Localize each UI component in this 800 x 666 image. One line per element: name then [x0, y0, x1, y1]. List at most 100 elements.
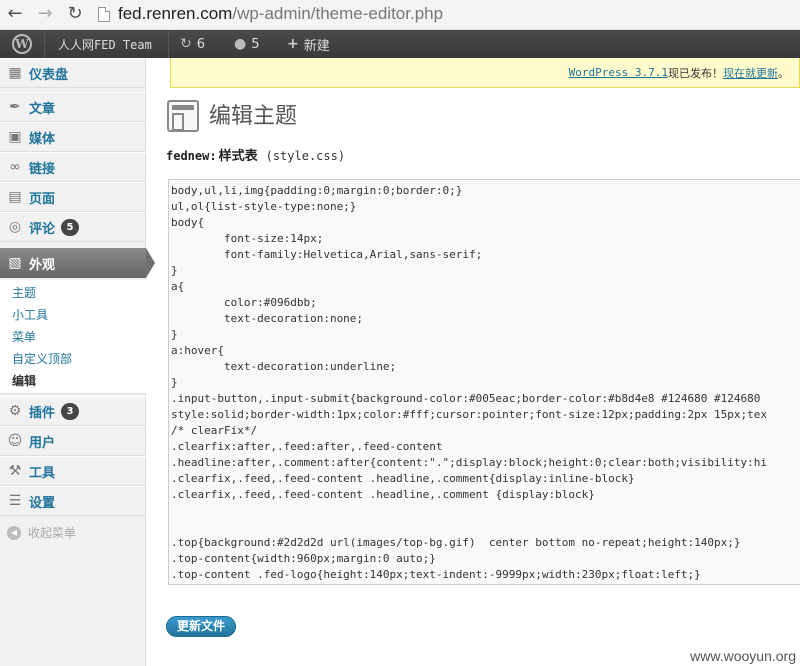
- site-name-link[interactable]: 人人网FED Team: [58, 30, 152, 58]
- admin-bar-separator: [44, 30, 45, 58]
- code-line: }: [171, 328, 178, 341]
- code-line: }: [171, 376, 178, 389]
- code-line: body{: [171, 216, 205, 229]
- menu-item-posts[interactable]: ✒ 文章: [0, 92, 146, 122]
- plus-icon: +: [287, 36, 299, 52]
- menu-item-label: 评论: [29, 221, 56, 237]
- code-editor-textarea[interactable]: body,ul,li,img{padding:0;margin:0;border…: [168, 179, 800, 585]
- menu-item-dashboard[interactable]: ▦ 仪表盘: [0, 58, 146, 88]
- code-line: ul,ol{list-style-type:none;}: [171, 200, 357, 213]
- menu-item-label: 页面: [29, 191, 56, 207]
- menu-item-label: 媒体: [29, 131, 56, 147]
- theme-name: fednew:: [166, 149, 217, 163]
- menu-item-comments[interactable]: ◎ 评论 5: [0, 212, 146, 242]
- themes-page-icon: [167, 100, 199, 132]
- admin-sidebar: ▦ 仪表盘 ✒ 文章 ▣ 媒体 ∞ 链接 ▤ 页面 ◎ 评论 5 ▧ 外观 主题…: [0, 58, 155, 666]
- code-line: /* clearFix*/: [171, 424, 258, 437]
- code-line: .top-content .fed-logo{height:140px;text…: [171, 568, 701, 581]
- code-line: font-family:Helvetica,Arial,sans-serif;: [171, 248, 483, 261]
- dashboard-icon: ▦: [8, 65, 22, 81]
- plugins-badge: 3: [61, 402, 80, 420]
- menu-item-label: 外观: [29, 257, 56, 273]
- submenu-item-widgets[interactable]: 小工具: [12, 304, 48, 326]
- settings-icon: ☰: [8, 493, 22, 509]
- refresh-icon: ↻: [180, 36, 192, 52]
- notice-end: 。: [778, 66, 789, 80]
- code-line: .clearfix:after,.feed:after,.feed-conten…: [171, 440, 443, 453]
- code-line: a:hover{: [171, 344, 224, 357]
- menu-item-media[interactable]: ▣ 媒体: [0, 122, 146, 152]
- users-icon: ☺: [7, 433, 23, 449]
- submenu-item-editor[interactable]: 编辑: [12, 370, 36, 392]
- comment-icon: ◎: [8, 219, 22, 235]
- menu-item-appearance[interactable]: ▧ 外观: [0, 248, 155, 278]
- updates-link[interactable]: ↻ 6: [180, 30, 205, 58]
- file-name: 样式表: [218, 149, 258, 164]
- code-line: font-size:14px;: [171, 232, 324, 245]
- menu-item-settings[interactable]: ☰ 设置: [0, 486, 146, 516]
- code-line: .top-content{width:960px;margin:0 auto;}: [171, 552, 436, 565]
- appearance-icon: ▧: [8, 255, 22, 271]
- browser-toolbar: ← → ↻ fed.renren.com/wp-admin/theme-edit…: [0, 0, 800, 30]
- notice-text: 现已发布！: [668, 66, 723, 80]
- menu-item-label: 工具: [29, 465, 56, 481]
- code-line: }: [171, 264, 178, 277]
- code-line: text-decoration:none;: [171, 312, 364, 325]
- submenu-item-themes[interactable]: 主题: [12, 282, 36, 304]
- menu-item-label: 设置: [29, 495, 56, 511]
- collapse-label: 收起菜单: [28, 526, 77, 540]
- menu-item-label: 链接: [29, 161, 56, 177]
- admin-bar-separator: [168, 30, 169, 58]
- page-title: 编辑主题: [209, 103, 298, 128]
- url-host: fed.renren.com: [118, 4, 233, 23]
- menu-item-label: 仪表盘: [29, 67, 69, 83]
- new-content-link[interactable]: + 新建: [287, 30, 330, 58]
- code-line: .clearfix,.feed,.feed-content .headline,…: [171, 488, 595, 501]
- code-line: .top{background:#2d2d2d url(images/top-b…: [171, 536, 741, 549]
- menu-item-links[interactable]: ∞ 链接: [0, 152, 146, 182]
- new-label: 新建: [303, 38, 330, 54]
- menu-item-plugins[interactable]: ⚙ 插件 3: [0, 396, 146, 426]
- forward-arrow-icon[interactable]: →: [34, 3, 56, 25]
- code-line: color:#096dbb;: [171, 296, 317, 309]
- file-heading: fednew: 样式表 (style.css): [166, 145, 345, 164]
- update-notice: WordPress 3.7.1 现已发布！ 现在就更新 。: [170, 58, 800, 88]
- comment-bubble-icon: ●: [234, 36, 247, 52]
- appearance-submenu: 主题 小工具 菜单 自定义顶部 编辑: [0, 280, 146, 394]
- comments-link[interactable]: ● 5: [234, 30, 260, 58]
- reload-icon[interactable]: ↻: [64, 3, 86, 25]
- menu-item-label: 插件: [29, 405, 56, 421]
- code-line: .clearfix,.feed,.feed-content .headline,…: [171, 472, 635, 485]
- wordpress-version-link[interactable]: WordPress 3.7.1: [569, 66, 668, 79]
- menu-item-tools[interactable]: ⚒ 工具: [0, 456, 146, 486]
- menu-item-label: 文章: [29, 101, 56, 117]
- pin-icon: ✒: [9, 99, 21, 115]
- comments-count: 5: [251, 36, 260, 52]
- menu-item-pages[interactable]: ▤ 页面: [0, 182, 146, 212]
- code-line: .headline:after,.comment:after{content:"…: [171, 456, 768, 469]
- tools-icon: ⚒: [8, 463, 22, 479]
- code-line: text-decoration:underline;: [171, 360, 397, 373]
- updates-count: 6: [196, 36, 206, 52]
- watermark: www.wooyun.org: [690, 648, 796, 664]
- submenu-item-custom-header[interactable]: 自定义顶部: [12, 348, 72, 370]
- code-line: .input-button,.input-submit{background-c…: [171, 392, 761, 405]
- url-path: /wp-admin/theme-editor.php: [232, 4, 444, 23]
- back-arrow-icon[interactable]: ←: [4, 3, 26, 25]
- address-bar[interactable]: fed.renren.com/wp-admin/theme-editor.php: [92, 1, 800, 27]
- update-file-button[interactable]: 更新文件: [166, 616, 236, 637]
- update-now-link[interactable]: 现在就更新: [723, 65, 778, 81]
- file-path: (style.css): [265, 149, 346, 163]
- code-line: body,ul,li,img{padding:0;margin:0;border…: [171, 184, 463, 197]
- submenu-item-menus[interactable]: 菜单: [12, 326, 36, 348]
- wordpress-logo-icon[interactable]: W: [12, 34, 32, 54]
- pages-icon: ▤: [8, 189, 22, 205]
- code-line: style:solid;border-width:1px;color:#fff;…: [171, 408, 768, 421]
- plugin-icon: ⚙: [8, 403, 22, 419]
- code-line: a{: [171, 280, 185, 293]
- comments-badge: 5: [61, 218, 80, 236]
- menu-item-users[interactable]: ☺ 用户: [0, 426, 146, 456]
- menu-item-label: 用户: [29, 435, 56, 451]
- collapse-menu-button[interactable]: ◀ 收起菜单: [7, 524, 76, 541]
- collapse-arrow-icon: ◀: [7, 525, 21, 540]
